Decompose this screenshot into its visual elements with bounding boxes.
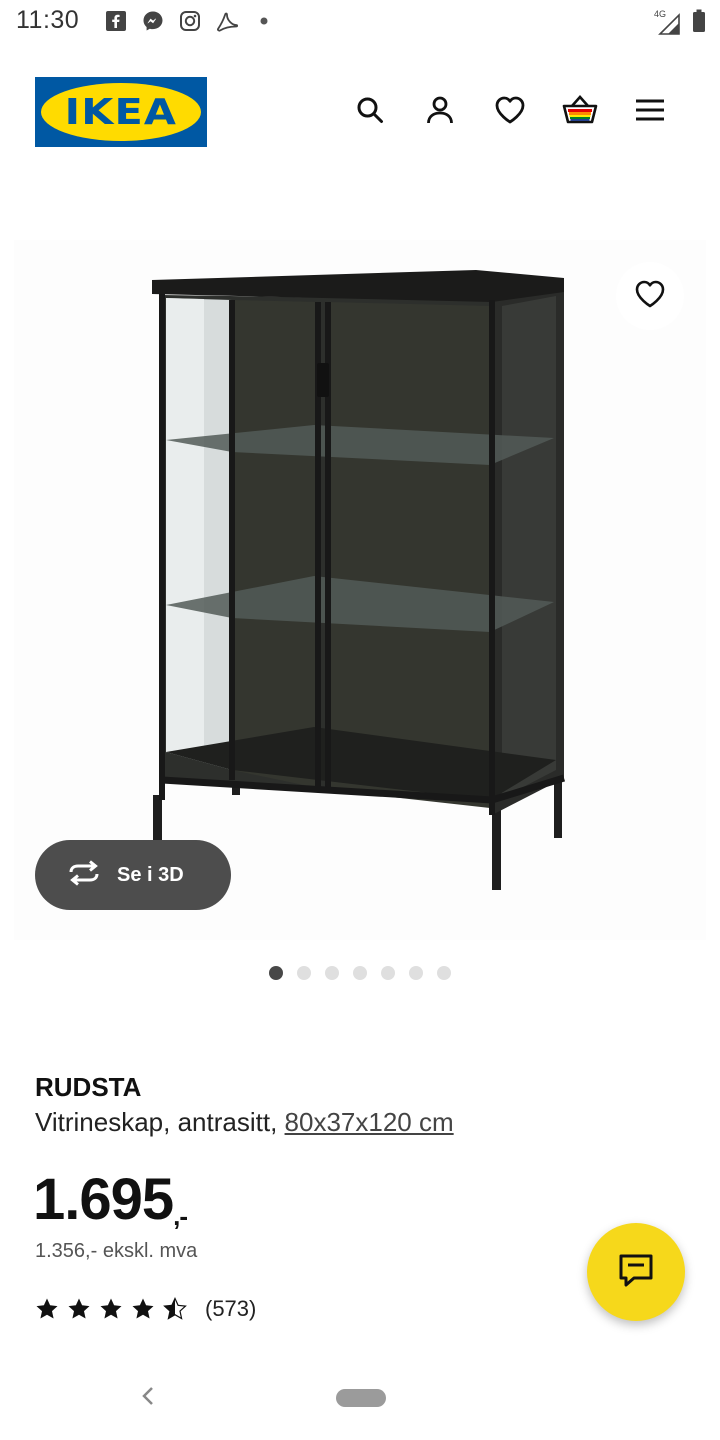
image-carousel-dots bbox=[0, 966, 720, 980]
price-suffix: ,- bbox=[173, 1201, 188, 1231]
carousel-dot[interactable] bbox=[353, 966, 367, 980]
status-notification-icons bbox=[104, 9, 276, 33]
carousel-dot[interactable] bbox=[437, 966, 451, 980]
status-system-icons: 4G bbox=[654, 9, 706, 38]
status-bar: 11:30 4G bbox=[0, 0, 720, 44]
menu-button[interactable] bbox=[630, 92, 670, 132]
product-rating[interactable]: (573) bbox=[35, 1296, 256, 1322]
star-full-icon bbox=[68, 1298, 90, 1319]
product-type-color: Vitrineskap, antrasitt, bbox=[35, 1107, 278, 1137]
chat-button[interactable] bbox=[587, 1223, 685, 1321]
heart-icon bbox=[634, 279, 666, 314]
instagram-icon bbox=[178, 9, 202, 33]
star-full-icon bbox=[100, 1298, 122, 1319]
acrobat-icon bbox=[215, 9, 239, 33]
price-excluding-vat: 1.356,- ekskl. mva bbox=[35, 1240, 198, 1262]
rating-stars bbox=[35, 1297, 187, 1321]
search-icon bbox=[355, 95, 385, 130]
site-header: IKEA bbox=[0, 62, 720, 162]
price-value: 1.695 bbox=[33, 1167, 174, 1232]
back-button[interactable] bbox=[134, 1384, 162, 1412]
save-favorite-button[interactable] bbox=[616, 262, 684, 330]
product-price: 1.695,- bbox=[33, 1166, 188, 1233]
carousel-dot[interactable] bbox=[409, 966, 423, 980]
product-description: Vitrineskap, antrasitt, 80x37x120 cm bbox=[35, 1107, 454, 1138]
ikea-logo[interactable]: IKEA bbox=[35, 77, 207, 147]
signal-icon: 4G bbox=[654, 9, 680, 36]
review-count: (573) bbox=[205, 1296, 257, 1321]
view-in-3d-button[interactable]: Se i 3D bbox=[35, 840, 231, 910]
account-button[interactable] bbox=[420, 92, 460, 132]
search-button[interactable] bbox=[350, 92, 390, 132]
shopping-basket-icon bbox=[562, 94, 598, 131]
chevron-left-icon bbox=[141, 1386, 155, 1411]
battery-icon bbox=[692, 9, 706, 38]
notification-dot-icon bbox=[252, 9, 276, 33]
account-icon bbox=[425, 95, 455, 130]
glass-cabinet-illustration bbox=[152, 270, 566, 890]
heart-icon bbox=[494, 95, 526, 130]
logo-oval: IKEA bbox=[41, 83, 201, 141]
rotate-3d-icon bbox=[65, 859, 103, 891]
messenger-icon bbox=[141, 9, 165, 33]
carousel-dot[interactable] bbox=[269, 966, 283, 980]
cart-button[interactable] bbox=[560, 92, 600, 132]
status-time: 11:30 bbox=[16, 6, 80, 34]
star-full-icon bbox=[36, 1298, 58, 1319]
carousel-dot[interactable] bbox=[381, 966, 395, 980]
product-size-link[interactable]: 80x37x120 cm bbox=[285, 1107, 454, 1137]
product-image[interactable] bbox=[14, 240, 706, 940]
view-in-3d-label: Se i 3D bbox=[117, 863, 184, 886]
logo-text: IKEA bbox=[64, 91, 178, 133]
system-navigation-bar bbox=[0, 1370, 720, 1440]
carousel-dot[interactable] bbox=[325, 966, 339, 980]
favorites-button[interactable] bbox=[490, 92, 530, 132]
facebook-icon bbox=[104, 9, 128, 33]
product-name: RUDSTA bbox=[35, 1072, 142, 1102]
star-half-icon bbox=[163, 1297, 187, 1320]
carousel-dot[interactable] bbox=[297, 966, 311, 980]
star-full-icon bbox=[132, 1298, 154, 1319]
hamburger-menu-icon bbox=[635, 98, 665, 127]
chat-bubble-icon bbox=[618, 1253, 654, 1292]
home-pill[interactable] bbox=[336, 1389, 386, 1407]
